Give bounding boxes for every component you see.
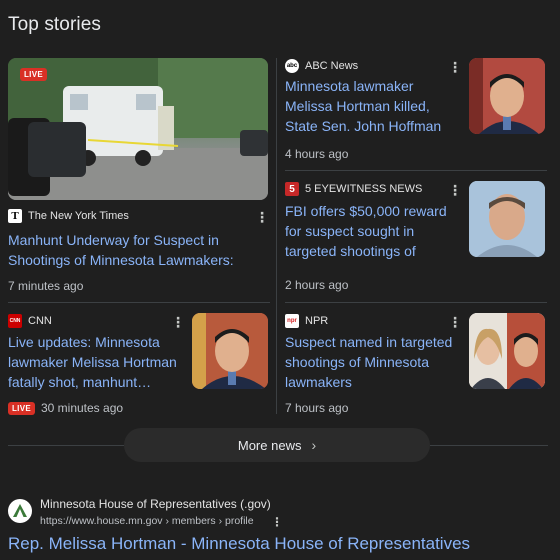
- more-options-icon[interactable]: ⋮: [255, 210, 269, 224]
- two-portraits-illustration: [469, 313, 545, 389]
- story-headline[interactable]: FBI offers $50,000 reward for suspect so…: [285, 201, 463, 261]
- story-divider: [285, 170, 547, 171]
- site-favicon-icon: [8, 499, 32, 523]
- story-divider: [285, 302, 547, 303]
- source-name: 5 EYEWITNESS NEWS: [305, 183, 423, 195]
- story-time-text: 7 hours ago: [285, 401, 349, 415]
- more-options-icon[interactable]: ⋮: [171, 315, 185, 329]
- police-vehicle-illustration: [8, 58, 268, 200]
- more-options-icon[interactable]: ⋮: [448, 60, 462, 74]
- eyewitness-news-logo-icon: 5: [285, 182, 299, 196]
- source-row: abc ABC News: [285, 58, 358, 74]
- story-time: 7 minutes ago: [8, 279, 83, 293]
- source-row: T The New York Times: [8, 208, 129, 224]
- man-portrait-illustration: [192, 313, 268, 389]
- story-time-text: 30 minutes ago: [40, 401, 124, 415]
- more-options-icon[interactable]: ⋮: [448, 315, 462, 329]
- result-title-link[interactable]: Rep. Melissa Hortman - Minnesota House o…: [8, 534, 470, 554]
- story-thumbnail[interactable]: [469, 313, 545, 389]
- chevron-right-icon: ›: [311, 437, 317, 453]
- source-name: ABC News: [305, 60, 359, 72]
- story-time-text: 2 hours ago: [285, 278, 349, 292]
- story-card-abc[interactable]: abc ABC News ⋮ Minnesota lawmaker Meliss…: [285, 58, 547, 166]
- source-name: NPR: [305, 315, 329, 327]
- story-time: LIVE 30 minutes ago: [8, 401, 123, 415]
- man-portrait-illustration: [469, 58, 545, 134]
- story-thumbnail[interactable]: [469, 58, 545, 134]
- cnn-logo-icon: CNN: [8, 314, 22, 328]
- npr-logo-icon: npr: [285, 314, 299, 328]
- column-divider: [276, 58, 277, 414]
- story-card-nyt[interactable]: LIVE T The New York Times ⋮ Manhunt Unde…: [8, 58, 270, 302]
- story-time: 2 hours ago: [285, 278, 348, 292]
- section-divider: [8, 445, 124, 446]
- story-thumbnail[interactable]: [192, 313, 268, 389]
- live-badge: LIVE: [8, 401, 35, 415]
- story-card-cnn[interactable]: CNN CNN ⋮ Live updates: Minnesota lawmak…: [8, 313, 270, 423]
- abc-news-logo-icon: abc: [285, 59, 299, 73]
- story-time: 4 hours ago: [285, 147, 348, 161]
- story-time-text: 7 minutes ago: [8, 279, 84, 293]
- story-time: 7 hours ago: [285, 401, 348, 415]
- more-options-icon[interactable]: ⋮: [271, 515, 283, 529]
- story-headline[interactable]: Live updates: Minnesota lawmaker Melissa…: [8, 332, 184, 392]
- story-card-npr[interactable]: npr NPR ⋮ Suspect named in targeted shoo…: [285, 313, 547, 423]
- nyt-logo-icon: T: [8, 209, 22, 223]
- story-time-text: 4 hours ago: [285, 147, 349, 161]
- source-name: The New York Times: [28, 210, 129, 222]
- more-news-label: More news: [237, 437, 302, 453]
- result-url[interactable]: https://www.house.mn.gov › members › pro…: [40, 515, 254, 527]
- story-card-kstp[interactable]: 5 5 EYEWITNESS NEWS ⋮ FBI offers $50,000…: [285, 181, 547, 293]
- source-row: npr NPR: [285, 313, 328, 329]
- suspect-portrait-illustration: [469, 181, 545, 257]
- source-row: 5 5 EYEWITNESS NEWS: [285, 181, 422, 197]
- story-headline[interactable]: Suspect named in targeted shootings of M…: [285, 332, 463, 392]
- story-image[interactable]: LIVE: [8, 58, 268, 200]
- more-options-icon[interactable]: ⋮: [448, 183, 462, 197]
- more-news-button[interactable]: More news ›: [124, 428, 430, 462]
- story-divider: [8, 302, 270, 303]
- result-site-name: Minnesota House of Representatives (.gov…: [40, 497, 271, 511]
- story-headline[interactable]: Manhunt Underway for Suspect in Shooting…: [8, 230, 264, 274]
- section-title: Top stories: [8, 14, 101, 35]
- live-badge: LIVE: [20, 68, 47, 81]
- source-row: CNN CNN: [8, 313, 52, 329]
- story-thumbnail[interactable]: [469, 181, 545, 257]
- section-divider: [430, 445, 548, 446]
- story-headline[interactable]: Minnesota lawmaker Melissa Hortman kille…: [285, 76, 457, 136]
- source-name: CNN: [28, 315, 52, 327]
